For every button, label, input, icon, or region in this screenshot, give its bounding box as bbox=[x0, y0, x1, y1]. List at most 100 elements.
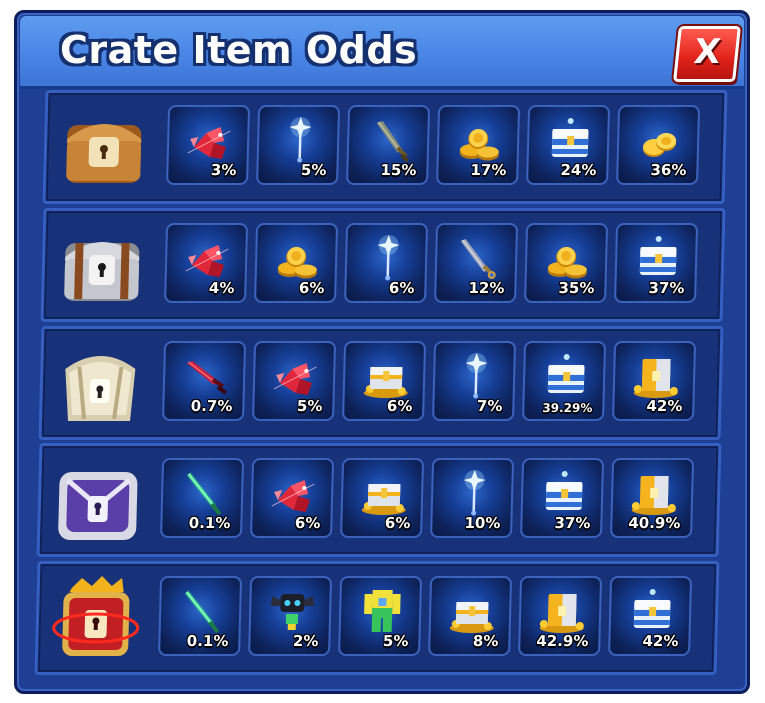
item-odds: 4% bbox=[208, 279, 235, 297]
purple-crate-icon bbox=[52, 456, 144, 544]
item-slot[interactable]: 6% bbox=[254, 223, 339, 303]
item-odds: 12% bbox=[468, 279, 505, 297]
crate-row: 0.7% 5% 6% 7% 39.29% 42% bbox=[38, 326, 724, 440]
item-slot[interactable]: 12% bbox=[434, 223, 519, 303]
item-slot[interactable]: 5% bbox=[256, 105, 341, 185]
item-odds: 39.29% bbox=[542, 401, 593, 415]
item-slot[interactable]: 8% bbox=[428, 576, 513, 656]
gold-coin-pile-icon bbox=[547, 247, 587, 279]
green-sword-icon bbox=[184, 590, 220, 634]
item-slot[interactable]: 24% bbox=[526, 105, 611, 185]
item-slot[interactable]: 6% bbox=[250, 458, 335, 538]
red-shard-icon bbox=[187, 127, 231, 159]
title-bar: Crate Item Odds X bbox=[20, 16, 744, 89]
item-odds: 42% bbox=[642, 632, 679, 650]
item-slot[interactable]: 35% bbox=[524, 223, 609, 303]
blue-chest-icon bbox=[639, 236, 677, 275]
iron-crate-icon bbox=[56, 221, 148, 309]
item-slot[interactable]: 0.7% bbox=[162, 341, 247, 421]
gold-coin-pile-icon bbox=[459, 129, 499, 161]
window-title: Crate Item Odds bbox=[60, 28, 418, 72]
item-slot[interactable]: 37% bbox=[614, 223, 699, 303]
crate-row: 3% 5% 15% 17% 24% 36% bbox=[42, 90, 728, 204]
silver-chest-coins-icon bbox=[449, 602, 494, 633]
item-slot[interactable]: 40.9% bbox=[610, 458, 695, 538]
crate-row: 0.1% 6% 6% 10% 37% 40.9% bbox=[36, 443, 722, 557]
item-slot[interactable]: 17% bbox=[436, 105, 521, 185]
gold-chest-coins-icon bbox=[631, 476, 676, 515]
item-odds: 5% bbox=[382, 632, 409, 650]
item-slot[interactable]: 10% bbox=[430, 458, 515, 538]
item-odds: 17% bbox=[470, 161, 507, 179]
sword-icon bbox=[376, 121, 410, 163]
item-odds: 0.7% bbox=[190, 397, 233, 415]
jeweled-sword-icon bbox=[460, 239, 496, 279]
item-odds: 6% bbox=[294, 514, 321, 532]
item-odds: 0.1% bbox=[188, 514, 231, 532]
blue-wand-icon bbox=[463, 470, 486, 516]
blue-chest-icon bbox=[545, 471, 583, 510]
item-slot[interactable]: 6% bbox=[344, 223, 429, 303]
item-slot[interactable]: 3% bbox=[166, 105, 251, 185]
red-shard-icon bbox=[271, 480, 315, 512]
item-slot[interactable]: 5% bbox=[252, 341, 337, 421]
item-odds: 36% bbox=[650, 161, 687, 179]
item-odds: 37% bbox=[554, 514, 591, 532]
item-odds: 6% bbox=[386, 397, 413, 415]
item-slot[interactable]: 2% bbox=[248, 576, 333, 656]
item-odds: 10% bbox=[464, 514, 501, 532]
item-odds: 42% bbox=[646, 397, 683, 415]
item-slot[interactable]: 42% bbox=[608, 576, 693, 656]
item-odds: 35% bbox=[558, 279, 595, 297]
crate-row: 4% 6% 6% 12% 35% 37% bbox=[40, 208, 726, 322]
item-slot[interactable]: 0.1% bbox=[158, 576, 243, 656]
item-odds: 6% bbox=[388, 279, 415, 297]
item-slot[interactable]: 6% bbox=[342, 341, 427, 421]
blue-chest-icon bbox=[547, 354, 585, 393]
item-odds: 15% bbox=[380, 161, 417, 179]
item-slot[interactable]: 6% bbox=[340, 458, 425, 538]
item-odds: 5% bbox=[300, 161, 327, 179]
gold-coin-pile-icon bbox=[277, 247, 317, 279]
item-odds: 7% bbox=[476, 397, 503, 415]
item-odds: 3% bbox=[210, 161, 237, 179]
gold-coins-icon bbox=[642, 133, 677, 157]
item-odds: 6% bbox=[384, 514, 411, 532]
item-slot[interactable]: 39.29% bbox=[522, 341, 607, 421]
item-slot[interactable]: 37% bbox=[520, 458, 605, 538]
gold-chest-coins-icon bbox=[539, 594, 584, 633]
item-slot[interactable]: 42% bbox=[612, 341, 697, 421]
blue-chest-icon bbox=[633, 589, 671, 628]
item-odds: 6% bbox=[298, 279, 325, 297]
item-slot[interactable]: 7% bbox=[432, 341, 517, 421]
gold-chest-coins-icon bbox=[633, 359, 678, 398]
green-sword-icon bbox=[186, 472, 222, 516]
royal-red-crate-icon bbox=[50, 574, 142, 662]
item-slot[interactable]: 4% bbox=[164, 223, 249, 303]
blue-wand-icon bbox=[377, 235, 400, 281]
item-slot[interactable]: 5% bbox=[338, 576, 423, 656]
avatar-outfit-icon bbox=[364, 590, 401, 632]
silver-chest-coins-icon bbox=[363, 367, 408, 398]
item-odds: 37% bbox=[648, 279, 685, 297]
pet-robot-icon bbox=[270, 594, 315, 630]
crate-row: 0.1% 2% 5% 8% 42.9% 42% bbox=[34, 561, 720, 675]
item-odds: 2% bbox=[292, 632, 319, 650]
item-slot[interactable]: 36% bbox=[616, 105, 701, 185]
item-slot[interactable]: 15% bbox=[346, 105, 431, 185]
blue-wand-icon bbox=[465, 353, 488, 399]
item-odds: 0.1% bbox=[186, 632, 229, 650]
silver-chest-coins-icon bbox=[361, 484, 406, 515]
item-odds: 40.9% bbox=[628, 514, 681, 532]
red-shard-icon bbox=[273, 363, 317, 395]
item-odds: 24% bbox=[560, 161, 597, 179]
item-slot[interactable]: 0.1% bbox=[160, 458, 245, 538]
red-shard-icon bbox=[185, 245, 229, 277]
item-slot[interactable]: 42.9% bbox=[518, 576, 603, 656]
blue-wand-icon bbox=[289, 117, 312, 163]
close-button[interactable]: X bbox=[673, 26, 741, 82]
item-odds: 8% bbox=[472, 632, 499, 650]
blue-chest-icon bbox=[551, 118, 589, 157]
red-dagger-icon bbox=[186, 361, 227, 395]
item-odds: 42.9% bbox=[536, 632, 589, 650]
